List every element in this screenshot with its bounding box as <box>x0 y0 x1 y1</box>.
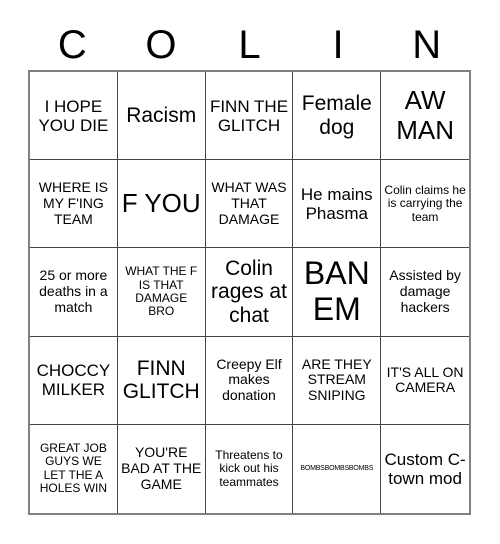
bingo-cell-r4c4[interactable]: ARE THEY STREAM SNIPING <box>293 336 382 425</box>
bingo-cell-label: He mains Phasma <box>300 184 373 223</box>
bingo-cell-label: GREAT JOB GUYS WE LET THE A HOLES WIN <box>39 441 108 496</box>
header-letter-o: O <box>145 23 177 67</box>
bingo-cell-label: WHAT WAS THAT DAMAGE <box>211 179 287 227</box>
bingo-header: C O L I N <box>28 20 471 70</box>
bingo-cell-label: IT'S ALL ON CAMERA <box>386 363 464 396</box>
bingo-card: C O L I N I HOPE YOU DIE Racism FINN THE… <box>0 0 500 544</box>
bingo-cell-r5c1[interactable]: GREAT JOB GUYS WE LET THE A HOLES WIN <box>30 424 118 513</box>
bingo-cell-label: CHOCCY MILKER <box>36 361 111 400</box>
bingo-cell-label: Creepy Elf makes donation <box>216 355 282 404</box>
bingo-cell-r3c5[interactable]: Assisted by damage hackers <box>381 248 469 337</box>
bingo-cell-r3c3[interactable]: Colin rages at chat <box>205 248 294 337</box>
bingo-cell-r1c2[interactable]: Racism <box>117 72 206 161</box>
bingo-cell-r2c5[interactable]: Colin claims he is carrying the team <box>381 160 469 249</box>
bingo-cell-label: FINN GLITCH <box>122 356 200 404</box>
bingo-cell-label: Colin rages at chat <box>211 256 287 327</box>
header-letter-n: N <box>412 23 442 67</box>
bingo-grid: I HOPE YOU DIE Racism FINN THE GLITCH Fe… <box>28 70 471 515</box>
bingo-cell-label: AW MAN <box>396 85 454 145</box>
bingo-cell-r2c4[interactable]: He mains Phasma <box>293 160 382 249</box>
bingo-cell-label: Female dog <box>301 92 372 139</box>
bingo-cell-r2c2[interactable]: F YOU <box>117 160 206 249</box>
bingo-cell-r4c2[interactable]: FINN GLITCH <box>117 336 206 425</box>
bingo-cell-r2c1[interactable]: WHERE IS MY F'ING TEAM <box>30 160 118 249</box>
bingo-cell-label: FINN THE GLITCH <box>209 96 289 135</box>
bingo-cell-r3c2[interactable]: WHAT THE F IS THAT DAMAGE BRO <box>117 248 206 337</box>
bingo-cell-r4c3[interactable]: Creepy Elf makes donation <box>205 336 294 425</box>
bingo-cell-label: WHAT THE F IS THAT DAMAGE BRO <box>125 264 198 319</box>
bingo-cell-label: Racism <box>126 103 197 127</box>
bingo-cell-r5c4[interactable]: BOMBSBOMBSBOMBS <box>293 424 382 513</box>
bingo-cell-r1c4[interactable]: Female dog <box>293 72 382 161</box>
bingo-cell-r2c3[interactable]: WHAT WAS THAT DAMAGE <box>205 160 294 249</box>
bingo-cell-label: Assisted by damage hackers <box>389 267 461 315</box>
bingo-cell-r5c3[interactable]: Threatens to kick out his teammates <box>205 424 294 513</box>
bingo-cell-r1c5[interactable]: AW MAN <box>381 72 469 161</box>
bingo-cell-label: 25 or more deaths in a match <box>39 267 108 315</box>
header-letter-c: C <box>57 23 87 67</box>
bingo-cell-label: Custom C-town mod <box>384 449 466 488</box>
bingo-cell-r4c1[interactable]: CHOCCY MILKER <box>30 336 118 425</box>
bingo-cell-label: BAN EM <box>303 255 370 327</box>
bingo-cell-r1c3[interactable]: FINN THE GLITCH <box>205 72 294 161</box>
bingo-cell-r3c4[interactable]: BAN EM <box>293 248 382 337</box>
bingo-cell-r1c1[interactable]: I HOPE YOU DIE <box>30 72 118 161</box>
bingo-cell-label: YOU'RE BAD AT THE GAME <box>121 444 202 492</box>
bingo-cell-r5c5[interactable]: Custom C-town mod <box>381 424 469 513</box>
header-letter-i: I <box>332 23 344 67</box>
bingo-cell-label: Threatens to kick out his teammates <box>215 447 283 489</box>
header-letter-l: L <box>238 23 261 67</box>
bingo-cell-label: WHERE IS MY F'ING TEAM <box>38 179 109 227</box>
bingo-cell-label: BOMBSBOMBSBOMBS <box>300 465 374 473</box>
bingo-cell-r5c2[interactable]: YOU'RE BAD AT THE GAME <box>117 424 206 513</box>
bingo-cell-r4c5[interactable]: IT'S ALL ON CAMERA <box>381 336 469 425</box>
bingo-cell-label: ARE THEY STREAM SNIPING <box>301 355 372 404</box>
bingo-cell-label: F YOU <box>121 188 201 219</box>
bingo-cell-label: I HOPE YOU DIE <box>38 96 109 135</box>
bingo-cell-label: Colin claims he is carrying the team <box>384 182 466 224</box>
bingo-cell-r3c1[interactable]: 25 or more deaths in a match <box>30 248 118 337</box>
